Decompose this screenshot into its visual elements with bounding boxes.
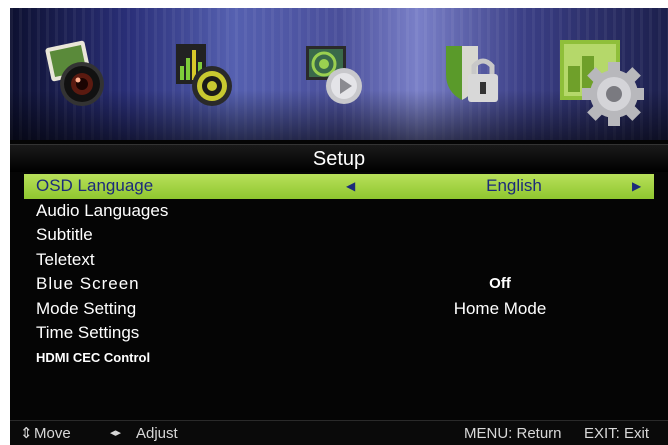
menu-item-label: OSD Language	[36, 176, 154, 195]
menu-item-mode-setting[interactable]: Mode Setting Home Mode	[10, 297, 668, 322]
setup-gear-icon[interactable]	[558, 38, 644, 130]
menu-item-teletext[interactable]: Teletext	[10, 248, 668, 273]
menu-item-subtitle[interactable]: Subtitle	[10, 223, 668, 248]
move-icon: ⇕	[20, 425, 33, 442]
page-title: Setup	[10, 144, 668, 172]
menu-item-label: Teletext	[36, 249, 95, 269]
adjust-icon: ◂▸	[110, 427, 122, 439]
arrow-left-icon[interactable]: ◀	[346, 174, 355, 199]
tv-osd-screen: Setup OSD Language ◀ English ▶ Audio Lan…	[10, 8, 668, 445]
menu-item-blue-screen[interactable]: Blue Screen Off	[10, 272, 668, 297]
move-hint: Move	[34, 425, 71, 442]
footer-hint-bar: ⇕ Move ◂▸ Adjust MENU: Return EXIT: Exit	[10, 420, 668, 445]
adjust-hint: Adjust	[136, 425, 178, 442]
menu-item-value: English	[486, 176, 542, 195]
menu-item-value: Home Mode	[453, 298, 547, 318]
picture-camera-icon[interactable]	[42, 40, 112, 110]
menu-item-value: Off	[489, 275, 511, 292]
channel-satellite-icon[interactable]	[300, 40, 370, 110]
menu-item-label: HDMI CEC Control	[36, 349, 151, 365]
menu-item-label: Blue Screen	[36, 274, 140, 293]
menu-item-time-settings[interactable]: Time Settings	[10, 321, 668, 346]
menu-item-label: Mode Setting	[36, 298, 137, 318]
menu-item-label: Time Settings	[36, 323, 140, 342]
menu-item-label: Subtitle	[36, 225, 93, 244]
menu-tab-bar	[10, 8, 668, 140]
menu-item-audio-languages[interactable]: Audio Languages	[10, 199, 668, 224]
menu-return-hint: MENU: Return	[464, 425, 562, 442]
menu-item-label: Audio Languages	[36, 200, 169, 220]
sound-speaker-icon[interactable]	[170, 40, 240, 110]
setup-menu-list: OSD Language ◀ English ▶ Audio Languages…	[10, 174, 668, 370]
lock-shield-icon[interactable]	[438, 40, 508, 110]
arrow-right-icon[interactable]: ▶	[632, 174, 641, 199]
menu-item-hdmi-cec-control[interactable]: HDMI CEC Control	[10, 346, 668, 371]
exit-hint: EXIT: Exit	[584, 425, 650, 442]
menu-item-osd-language[interactable]: OSD Language ◀ English ▶	[24, 174, 654, 199]
